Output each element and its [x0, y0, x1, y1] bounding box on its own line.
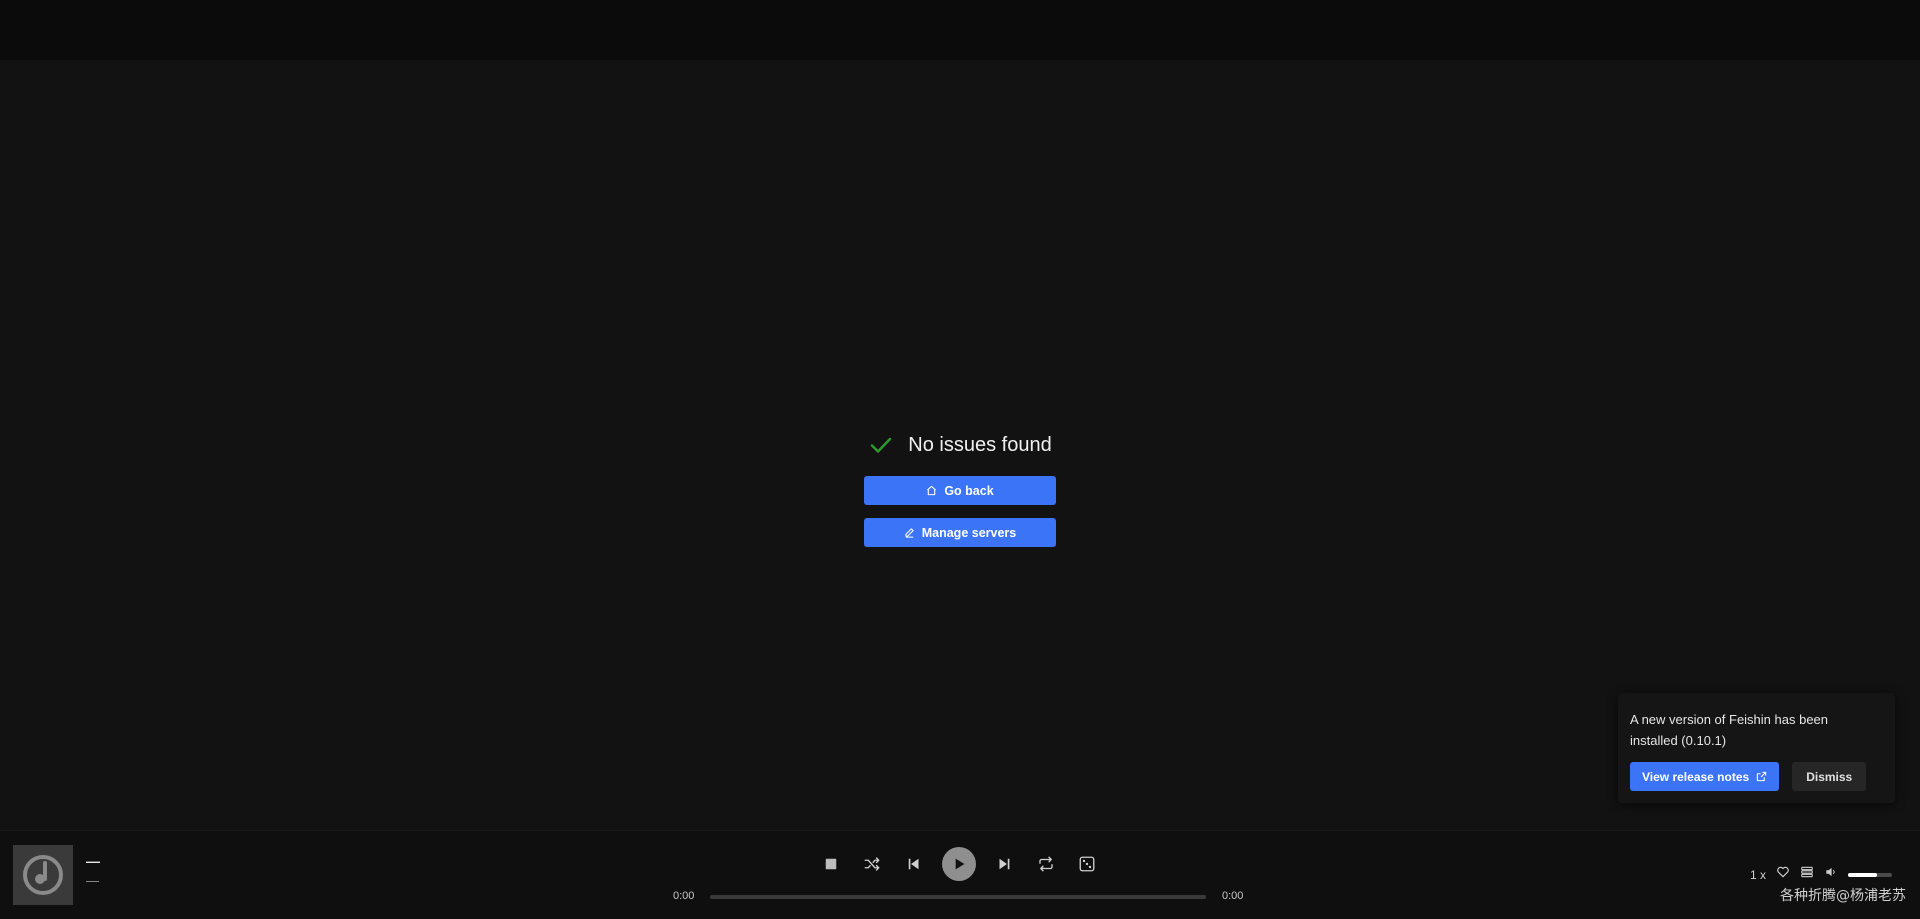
track-artist[interactable]: —	[86, 873, 99, 888]
favorite-button[interactable]	[1776, 865, 1790, 884]
watermark-text: 各种折腾@杨浦老苏	[1780, 888, 1906, 904]
dismiss-button[interactable]: Dismiss	[1792, 762, 1867, 791]
go-back-label: Go back	[944, 483, 994, 498]
play-icon	[955, 858, 965, 870]
playback-controls	[818, 846, 1100, 882]
previous-button[interactable]	[901, 851, 927, 877]
shuffle-icon	[864, 857, 880, 871]
current-time: 0:00	[673, 890, 695, 902]
view-release-notes-button[interactable]: View release notes	[1630, 762, 1780, 791]
seek-bar[interactable]	[710, 895, 1206, 899]
album-art-placeholder[interactable]	[13, 845, 73, 905]
volume-slider[interactable]	[1848, 872, 1893, 877]
track-title[interactable]: —	[86, 853, 100, 869]
update-notification: A new version of Feishin has been instal…	[1618, 693, 1895, 803]
go-back-button[interactable]: Go back	[864, 476, 1056, 505]
edit-icon	[905, 528, 914, 538]
title-bar	[0, 0, 1920, 60]
playback-speed-button[interactable]: 1 x	[1750, 868, 1766, 882]
status-text: No issues found	[908, 433, 1052, 456]
next-button[interactable]	[991, 851, 1017, 877]
skip-back-icon	[908, 858, 919, 870]
repeat-icon	[1038, 856, 1053, 872]
skip-forward-icon	[999, 858, 1010, 870]
total-time: 0:00	[1222, 890, 1244, 902]
player-bar: — — 0:00 0:00 1 x 各种折腾@杨浦老苏	[0, 830, 1920, 919]
manage-servers-label: Manage servers	[921, 525, 1017, 540]
player-right-controls: 1 x	[1750, 865, 1893, 884]
stop-icon	[825, 858, 837, 870]
stop-button[interactable]	[818, 851, 844, 877]
dice-icon	[1079, 856, 1095, 872]
notification-actions: View release notes Dismiss	[1630, 762, 1883, 791]
action-required-panel: No issues found Go back Manage servers	[864, 368, 1056, 547]
volume-level	[1848, 872, 1877, 877]
mute-button[interactable]	[1824, 865, 1838, 884]
external-link-icon	[1757, 771, 1767, 782]
view-release-notes-label: View release notes	[1642, 769, 1750, 784]
notification-message: A new version of Feishin has been instal…	[1630, 712, 1829, 748]
heart-icon	[1777, 866, 1789, 878]
music-note-icon	[23, 855, 63, 895]
shuffle-button[interactable]	[859, 851, 885, 877]
checkmark-icon	[868, 432, 894, 458]
play-button[interactable]	[941, 847, 976, 881]
status-row: No issues found	[864, 423, 1056, 467]
repeat-button[interactable]	[1033, 851, 1059, 877]
home-icon	[927, 485, 937, 496]
queue-icon	[1801, 866, 1813, 878]
manage-servers-button[interactable]: Manage servers	[864, 518, 1056, 547]
queue-button[interactable]	[1800, 865, 1814, 884]
volume-icon	[1826, 867, 1835, 877]
random-button[interactable]	[1074, 851, 1100, 877]
